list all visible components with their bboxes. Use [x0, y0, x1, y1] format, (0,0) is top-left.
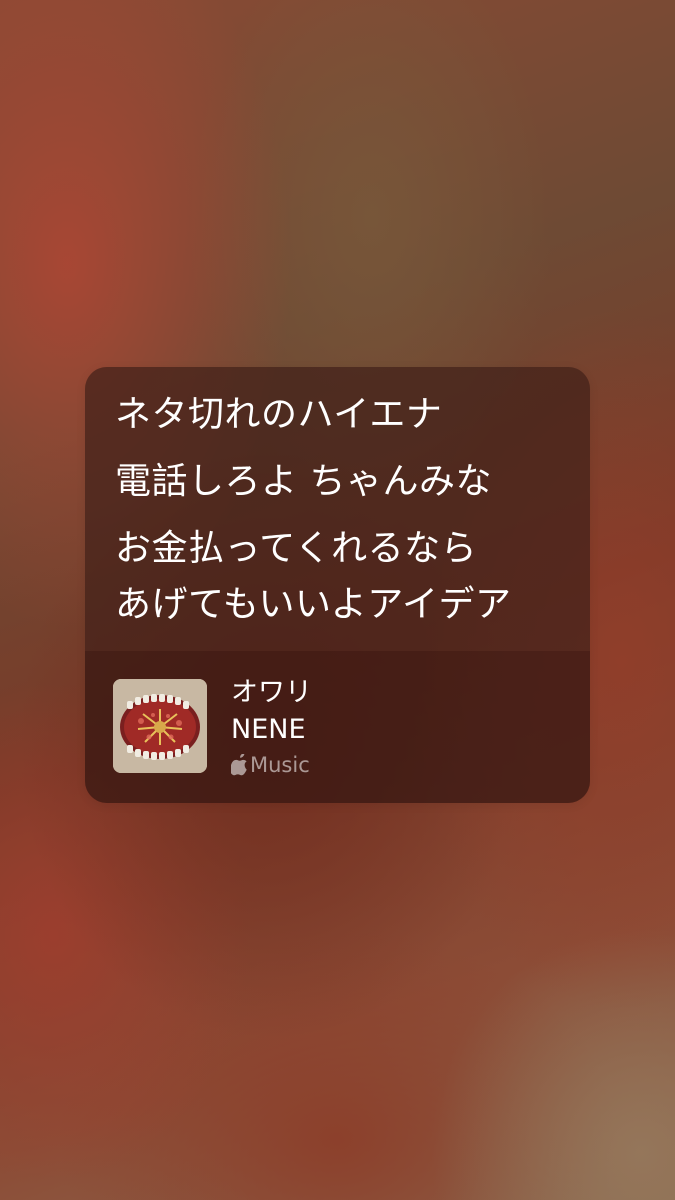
- track-info[interactable]: オワリ NENE Music: [85, 651, 590, 803]
- lyric-line: あげてもいいよアイデア: [115, 584, 512, 625]
- song-title[interactable]: オワリ: [231, 677, 312, 709]
- lyric-line: 電話しろよ ちゃんみな: [115, 461, 492, 502]
- artist-name[interactable]: NENE: [231, 714, 306, 746]
- lyric-line: お金払ってくれるなら: [115, 528, 478, 569]
- album-artwork-image: [113, 679, 207, 773]
- service-label: Music: [250, 753, 310, 777]
- apple-music-badge[interactable]: Music: [231, 752, 310, 778]
- lyrics-share-card[interactable]: ネタ切れのハイエナ 電話しろよ ちゃんみな お金払ってくれるなら あげてもいいよ…: [85, 367, 590, 803]
- lyrics-section: ネタ切れのハイエナ 電話しろよ ちゃんみな お金払ってくれるなら あげてもいいよ…: [85, 367, 590, 651]
- album-artwork[interactable]: [113, 679, 207, 773]
- lyric-line: ネタ切れのハイエナ: [115, 394, 443, 435]
- apple-logo-icon: [231, 754, 247, 776]
